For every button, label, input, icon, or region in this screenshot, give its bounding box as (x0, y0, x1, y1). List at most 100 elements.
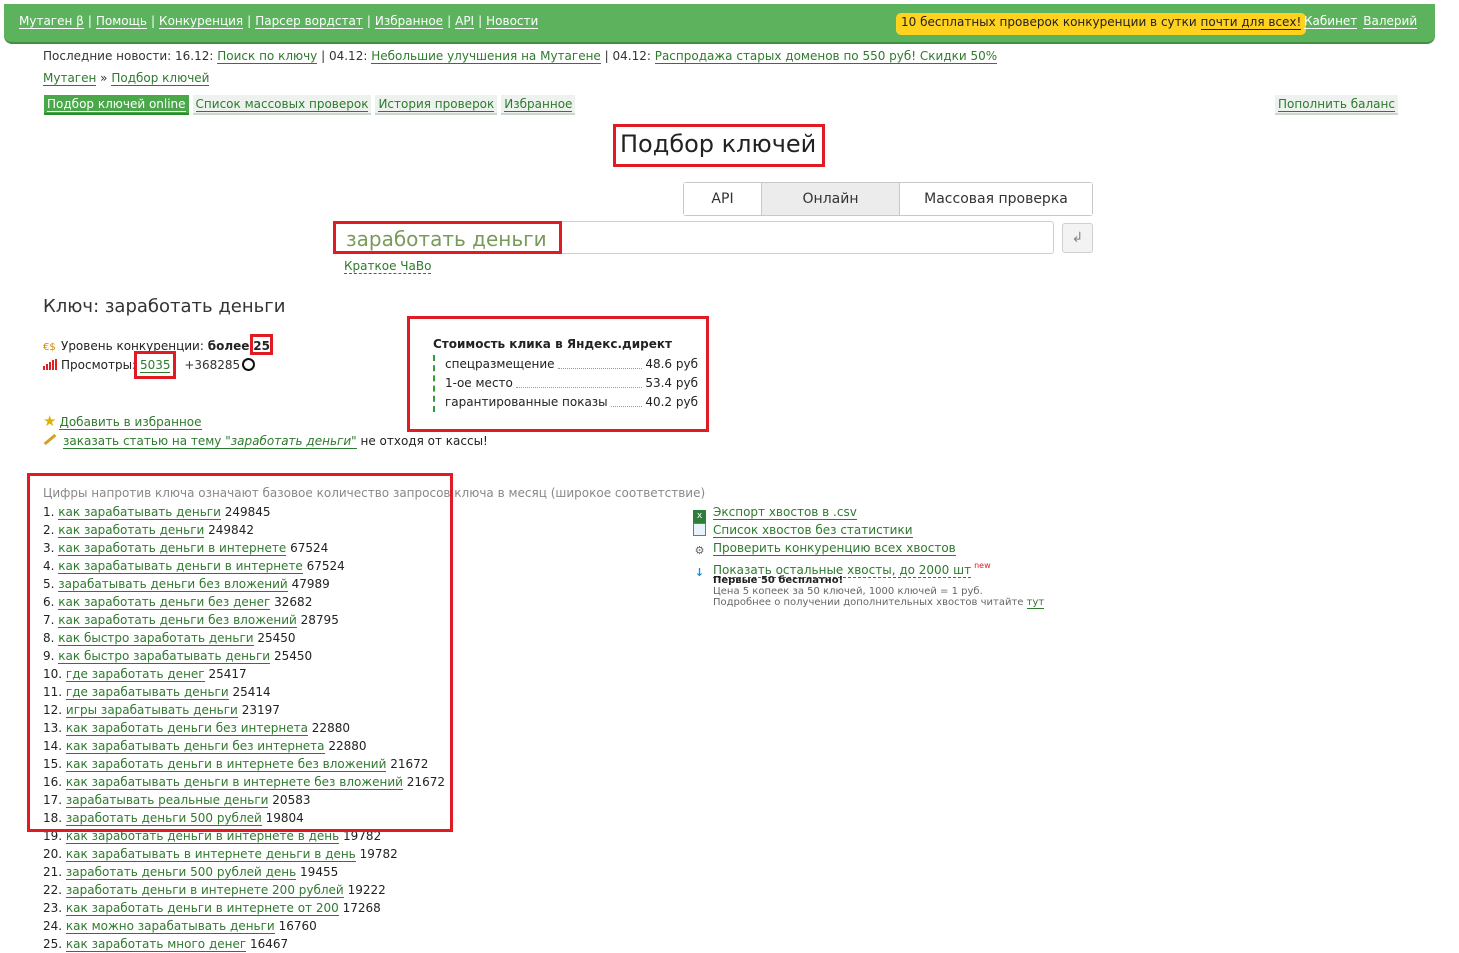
highlight-box (250, 334, 273, 355)
news-link[interactable]: Небольшие улучшения на Мутагене (371, 49, 601, 64)
competition-label: Уровень конкуренции: (61, 339, 204, 353)
document-icon (693, 523, 706, 536)
news-date: 04.12: (328, 49, 368, 63)
promo-link[interactable]: почти для всех! (1200, 15, 1302, 30)
highlight-box (333, 221, 562, 254)
keyword-index: 22. (43, 883, 63, 897)
faq-link[interactable]: Краткое ЧаВо (344, 259, 432, 274)
tab-history[interactable]: История проверок (375, 95, 498, 115)
news-date: 04.12: (612, 49, 651, 63)
promo-banner: 10 бесплатных проверок конкуренции в сут… (896, 13, 1307, 35)
competition-prefix: более (207, 339, 250, 353)
latest-news: Последние новости: 16.12: Поиск по ключу… (43, 49, 998, 64)
check-competition-link[interactable]: Проверить конкуренцию всех хвостов (713, 541, 956, 556)
keyword-item: 20. как зарабатывать в интернете деньги … (43, 845, 445, 863)
keyword-count: 16467 (250, 937, 289, 951)
pencil-icon (43, 433, 57, 446)
keyword-index: 21. (43, 865, 63, 879)
top-bar: Мутаген β | Помощь | Конкуренция | Парсер ворд… (4, 4, 1435, 44)
highlight-box (27, 473, 453, 832)
keyword-index: 25. (43, 937, 63, 951)
news-date: 16.12: (175, 49, 214, 63)
cpc-title: Стоимость клика в Яндекс.директ (433, 337, 672, 351)
tools-info: Первые 50 бесплатно! Цена 5 копеек за 50… (713, 575, 1045, 609)
nav-wordstat-parser[interactable]: Парсер вордстат (255, 14, 363, 29)
keyword-item: 24. как можно зарабатывать деньги 16760 (43, 917, 445, 935)
keyword-index: 20. (43, 847, 63, 861)
keyword-count: 16760 (278, 919, 317, 933)
order-suffix: не отходя от кассы! (356, 434, 488, 448)
cpc-rows: спецразмещение 48.6 руб 1-ое место 53.4 ру… (433, 355, 698, 412)
keyword-link[interactable]: заработать деньги в интернете 200 рублей (65, 883, 344, 898)
keyword-item: 21. заработать деньги 500 рублей день 19… (43, 863, 445, 881)
tab-online[interactable]: Онлайн подбор (762, 183, 900, 239)
cpc-row: спецразмещение 48.6 руб (445, 357, 698, 371)
gear-icon: ⚙ (694, 544, 705, 557)
add-favorite-link[interactable]: Добавить в избранное (59, 415, 202, 430)
keyword-count: 19222 (347, 883, 386, 897)
export-csv-link[interactable]: Экспорт хвостов в .csv (713, 505, 857, 520)
bar-chart-icon (43, 359, 59, 370)
new-badge: new (974, 561, 991, 570)
views-label: Просмотры: (61, 358, 137, 372)
keyword-link[interactable]: как зарабатывать в интернете деньги в де… (65, 847, 356, 862)
cpc-row: гарантированные показы 40.2 руб (445, 395, 698, 409)
keyword-count: 17268 (342, 901, 381, 915)
keyword-count: 19782 (359, 847, 398, 861)
keyword-link[interactable]: заработать деньги 500 рублей день (65, 865, 297, 880)
keyword-index: 23. (43, 901, 63, 915)
list-no-stats-link[interactable]: Список хвостов без статистики (713, 523, 913, 538)
breadcrumb-root[interactable]: Мутаген (43, 71, 97, 86)
tab-keyword-online[interactable]: Подбор ключей online (44, 95, 189, 115)
order-row: заказать статью на тему "заработать день… (43, 431, 488, 451)
top-up-balance-button[interactable]: Пополнить баланс (1275, 95, 1398, 115)
money-icon: €$ (43, 342, 56, 353)
page-title: Подбор ключей (620, 130, 817, 158)
nav-mutagen[interactable]: Мутаген β (19, 14, 84, 29)
nav-news[interactable]: Новости (486, 14, 539, 29)
star-icon: ★ (43, 412, 57, 430)
nav-help[interactable]: Помощь (95, 14, 147, 29)
promo-text: 10 бесплатных проверок конкуренции в сут… (901, 15, 1201, 29)
tab-mass-check[interactable]: Массовая проверка (900, 183, 1092, 215)
keyword-item: 23. как заработать деньги в интернете от… (43, 899, 445, 917)
breadcrumb: Мутаген » Подбор ключей (43, 71, 210, 86)
sub-tabs: Подбор ключей online Список массовых пров… (44, 95, 579, 116)
account-area: Кабинет Валерий (1298, 14, 1418, 29)
keyword-link[interactable]: как можно зарабатывать деньги (65, 919, 275, 934)
nav-competition[interactable]: Конкуренция (159, 14, 244, 29)
tab-api[interactable]: API (684, 183, 762, 215)
keyword-count: 19455 (300, 865, 339, 879)
key-heading: Ключ: заработать деньги (43, 296, 286, 317)
cpc-block: Стоимость клика в Яндекс.директ спецразм… (433, 337, 698, 412)
spiral-icon[interactable] (242, 358, 256, 371)
news-link[interactable]: Распродажа старых доменов по 550 руб! Ск… (654, 49, 998, 64)
mode-tabs: API Онлайн подбор Массовая проверка (683, 182, 1093, 239)
user-link[interactable]: Валерий (1363, 14, 1418, 29)
news-link[interactable]: Поиск по ключу (217, 49, 318, 64)
keyword-item: 25. как заработать много денег 16467 (43, 935, 445, 953)
order-article-link[interactable]: заказать статью на тему "заработать день… (63, 434, 357, 449)
cpc-row: 1-ое место 53.4 руб (445, 376, 698, 390)
submit-button[interactable]: ↲ (1062, 223, 1093, 253)
nav-favorites[interactable]: Избранное (374, 14, 444, 29)
highlight-box (134, 351, 176, 379)
tab-favorites[interactable]: Избранное (501, 95, 576, 115)
keyword-link[interactable]: как заработать много денег (65, 937, 247, 952)
key-actions: ★ Добавить в избранное заказать статью на… (43, 411, 488, 451)
keyword-index: 24. (43, 919, 63, 933)
cabinet-link[interactable]: Кабинет (1304, 14, 1358, 29)
nav-api[interactable]: API (455, 14, 475, 29)
favorite-row: ★ Добавить в избранное (43, 411, 488, 431)
breadcrumb-separator: » (100, 71, 108, 85)
tab-mass-checks[interactable]: Список массовых проверок (192, 95, 372, 115)
tails-tools: x Экспорт хвостов в .csv Список хвостов б… (693, 503, 1045, 609)
news-prefix: Последние новости: (43, 49, 172, 63)
download-icon: ↓ (694, 566, 705, 579)
extra-views: +368285 (184, 358, 241, 372)
enter-icon: ↲ (1071, 230, 1084, 246)
keyword-link[interactable]: как заработать деньги в интернете от 200 (65, 901, 339, 916)
info-link[interactable]: тут (1026, 597, 1045, 609)
breadcrumb-current[interactable]: Подбор ключей (111, 71, 210, 86)
top-nav: Мутаген β | Помощь | Конкуренция | Парсер ворд… (19, 14, 539, 29)
